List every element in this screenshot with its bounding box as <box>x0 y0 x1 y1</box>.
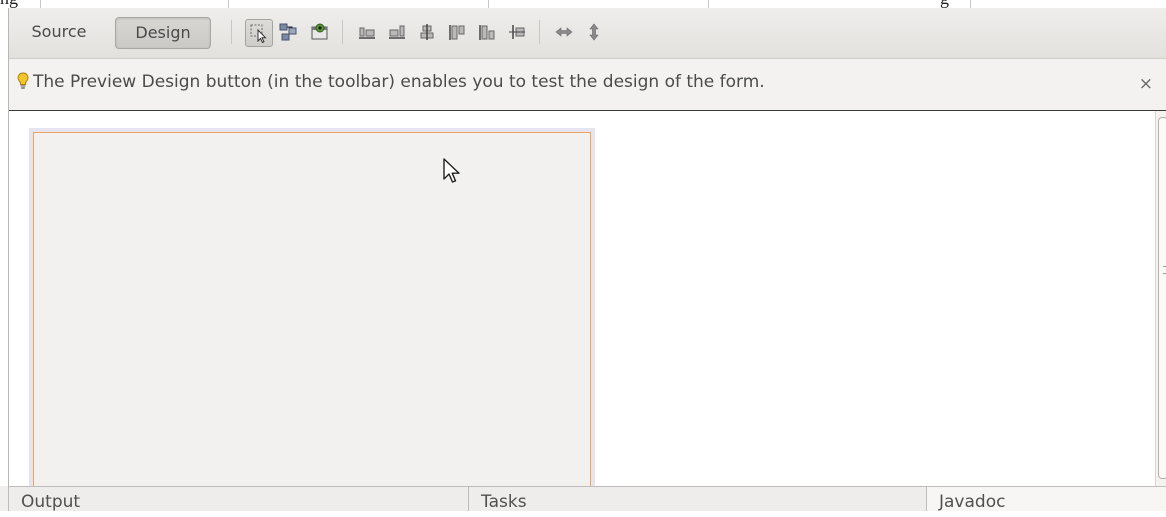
preview-design-icon[interactable] <box>307 19 333 45</box>
tab-divider <box>40 0 41 8</box>
tab-output[interactable]: Output <box>8 486 468 512</box>
align-left-icon[interactable] <box>354 19 380 45</box>
center-vertically-icon[interactable] <box>504 19 530 45</box>
design-tab[interactable]: Design <box>115 17 211 49</box>
align-bottom-icon[interactable] <box>474 19 500 45</box>
align-right-icon[interactable] <box>384 19 410 45</box>
form-panel[interactable] <box>29 128 595 486</box>
close-icon[interactable]: × <box>1139 74 1153 94</box>
tab-divider <box>970 0 971 8</box>
connection-mode-icon[interactable] <box>275 19 301 45</box>
selection-mode-icon[interactable] <box>245 19 273 47</box>
source-tab[interactable]: Source <box>19 17 99 47</box>
top-strip: ng g <box>0 0 1166 8</box>
form-editor: Source Design The Preview Design button … <box>8 8 1166 486</box>
lightbulb-icon <box>17 72 29 94</box>
mouse-cursor-icon <box>442 157 464 191</box>
tab-divider <box>228 0 229 8</box>
bottom-panel-tabs: Output Tasks Javadoc <box>0 486 1166 512</box>
tab-divider <box>488 0 489 8</box>
tab-javadoc[interactable]: Javadoc <box>926 486 1166 512</box>
tab-divider <box>708 0 709 8</box>
tab-tasks[interactable]: Tasks <box>468 486 926 512</box>
vertical-scrollbar[interactable] <box>1155 111 1166 486</box>
hint-text: The Preview Design button (in the toolba… <box>33 72 765 92</box>
toolbar-separator <box>342 20 343 44</box>
scrollbar-thumb[interactable] <box>1158 117 1166 479</box>
design-canvas[interactable] <box>9 111 1155 486</box>
design-toolbar: Source Design <box>9 8 1166 59</box>
form-body[interactable] <box>33 132 591 486</box>
change-horizontal-resizability-icon[interactable] <box>551 19 577 45</box>
hint-bar: The Preview Design button (in the toolba… <box>9 59 1166 111</box>
align-top-icon[interactable] <box>444 19 470 45</box>
toolbar-separator <box>231 20 232 44</box>
change-vertical-resizability-icon[interactable] <box>581 19 607 45</box>
toolbar-separator <box>539 20 540 44</box>
center-horizontally-icon[interactable] <box>414 19 440 45</box>
